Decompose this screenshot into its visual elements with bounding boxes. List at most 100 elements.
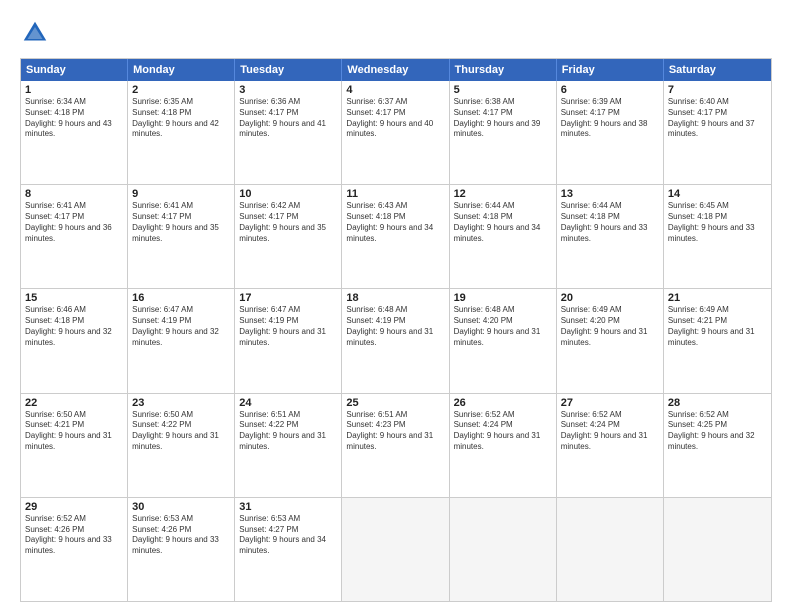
sunset-label: Sunset: 4:17 PM bbox=[25, 212, 84, 221]
calendar-cell: 12 Sunrise: 6:44 AM Sunset: 4:18 PM Dayl… bbox=[450, 185, 557, 288]
calendar-cell: 17 Sunrise: 6:47 AM Sunset: 4:19 PM Dayl… bbox=[235, 289, 342, 392]
sunset-label: Sunset: 4:21 PM bbox=[668, 316, 727, 325]
calendar-cell: 19 Sunrise: 6:48 AM Sunset: 4:20 PM Dayl… bbox=[450, 289, 557, 392]
sunset-label: Sunset: 4:18 PM bbox=[346, 212, 405, 221]
cell-info: Sunrise: 6:52 AM Sunset: 4:24 PM Dayligh… bbox=[561, 410, 659, 453]
day-number: 7 bbox=[668, 84, 767, 96]
cell-info: Sunrise: 6:46 AM Sunset: 4:18 PM Dayligh… bbox=[25, 305, 123, 348]
day-number: 23 bbox=[132, 397, 230, 409]
daylight-label: Daylight: 9 hours and 31 minutes. bbox=[346, 431, 433, 451]
daylight-label: Daylight: 9 hours and 31 minutes. bbox=[561, 431, 648, 451]
header-day-friday: Friday bbox=[557, 59, 664, 81]
calendar-cell: 27 Sunrise: 6:52 AM Sunset: 4:24 PM Dayl… bbox=[557, 394, 664, 497]
calendar-cell: 4 Sunrise: 6:37 AM Sunset: 4:17 PM Dayli… bbox=[342, 81, 449, 184]
cell-info: Sunrise: 6:41 AM Sunset: 4:17 PM Dayligh… bbox=[132, 201, 230, 244]
daylight-label: Daylight: 9 hours and 31 minutes. bbox=[239, 431, 326, 451]
day-number: 4 bbox=[346, 84, 444, 96]
cell-info: Sunrise: 6:49 AM Sunset: 4:20 PM Dayligh… bbox=[561, 305, 659, 348]
daylight-label: Daylight: 9 hours and 31 minutes. bbox=[239, 327, 326, 347]
sunrise-label: Sunrise: 6:34 AM bbox=[25, 97, 86, 106]
day-number: 29 bbox=[25, 501, 123, 513]
day-number: 30 bbox=[132, 501, 230, 513]
sunrise-label: Sunrise: 6:53 AM bbox=[239, 514, 300, 523]
sunset-label: Sunset: 4:18 PM bbox=[668, 212, 727, 221]
sunrise-label: Sunrise: 6:46 AM bbox=[25, 305, 86, 314]
sunrise-label: Sunrise: 6:47 AM bbox=[239, 305, 300, 314]
cell-info: Sunrise: 6:39 AM Sunset: 4:17 PM Dayligh… bbox=[561, 97, 659, 140]
daylight-label: Daylight: 9 hours and 33 minutes. bbox=[25, 535, 112, 555]
daylight-label: Daylight: 9 hours and 32 minutes. bbox=[132, 327, 219, 347]
sunrise-label: Sunrise: 6:51 AM bbox=[346, 410, 407, 419]
sunrise-label: Sunrise: 6:36 AM bbox=[239, 97, 300, 106]
day-number: 11 bbox=[346, 188, 444, 200]
calendar-cell: 30 Sunrise: 6:53 AM Sunset: 4:26 PM Dayl… bbox=[128, 498, 235, 601]
sunrise-label: Sunrise: 6:53 AM bbox=[132, 514, 193, 523]
sunrise-label: Sunrise: 6:40 AM bbox=[668, 97, 729, 106]
calendar-cell: 29 Sunrise: 6:52 AM Sunset: 4:26 PM Dayl… bbox=[21, 498, 128, 601]
daylight-label: Daylight: 9 hours and 32 minutes. bbox=[25, 327, 112, 347]
calendar-cell: 6 Sunrise: 6:39 AM Sunset: 4:17 PM Dayli… bbox=[557, 81, 664, 184]
calendar-cell: 26 Sunrise: 6:52 AM Sunset: 4:24 PM Dayl… bbox=[450, 394, 557, 497]
daylight-label: Daylight: 9 hours and 31 minutes. bbox=[132, 431, 219, 451]
calendar-cell: 31 Sunrise: 6:53 AM Sunset: 4:27 PM Dayl… bbox=[235, 498, 342, 601]
daylight-label: Daylight: 9 hours and 42 minutes. bbox=[132, 119, 219, 139]
sunset-label: Sunset: 4:18 PM bbox=[25, 316, 84, 325]
sunrise-label: Sunrise: 6:49 AM bbox=[668, 305, 729, 314]
daylight-label: Daylight: 9 hours and 31 minutes. bbox=[454, 431, 541, 451]
calendar-cell: 7 Sunrise: 6:40 AM Sunset: 4:17 PM Dayli… bbox=[664, 81, 771, 184]
daylight-label: Daylight: 9 hours and 31 minutes. bbox=[346, 327, 433, 347]
sunset-label: Sunset: 4:18 PM bbox=[561, 212, 620, 221]
cell-info: Sunrise: 6:47 AM Sunset: 4:19 PM Dayligh… bbox=[132, 305, 230, 348]
day-number: 12 bbox=[454, 188, 552, 200]
calendar-row-1: 8 Sunrise: 6:41 AM Sunset: 4:17 PM Dayli… bbox=[21, 184, 771, 288]
header-day-sunday: Sunday bbox=[21, 59, 128, 81]
daylight-label: Daylight: 9 hours and 31 minutes. bbox=[25, 431, 112, 451]
daylight-label: Daylight: 9 hours and 43 minutes. bbox=[25, 119, 112, 139]
daylight-label: Daylight: 9 hours and 33 minutes. bbox=[132, 535, 219, 555]
sunset-label: Sunset: 4:26 PM bbox=[25, 525, 84, 534]
sunset-label: Sunset: 4:19 PM bbox=[239, 316, 298, 325]
calendar-cell: 8 Sunrise: 6:41 AM Sunset: 4:17 PM Dayli… bbox=[21, 185, 128, 288]
daylight-label: Daylight: 9 hours and 31 minutes. bbox=[561, 327, 648, 347]
day-number: 2 bbox=[132, 84, 230, 96]
cell-info: Sunrise: 6:47 AM Sunset: 4:19 PM Dayligh… bbox=[239, 305, 337, 348]
cell-info: Sunrise: 6:38 AM Sunset: 4:17 PM Dayligh… bbox=[454, 97, 552, 140]
sunrise-label: Sunrise: 6:48 AM bbox=[454, 305, 515, 314]
day-number: 5 bbox=[454, 84, 552, 96]
cell-info: Sunrise: 6:48 AM Sunset: 4:19 PM Dayligh… bbox=[346, 305, 444, 348]
sunrise-label: Sunrise: 6:52 AM bbox=[668, 410, 729, 419]
cell-info: Sunrise: 6:42 AM Sunset: 4:17 PM Dayligh… bbox=[239, 201, 337, 244]
day-number: 16 bbox=[132, 292, 230, 304]
calendar-row-2: 15 Sunrise: 6:46 AM Sunset: 4:18 PM Dayl… bbox=[21, 288, 771, 392]
daylight-label: Daylight: 9 hours and 35 minutes. bbox=[239, 223, 326, 243]
sunrise-label: Sunrise: 6:43 AM bbox=[346, 201, 407, 210]
day-number: 26 bbox=[454, 397, 552, 409]
day-number: 31 bbox=[239, 501, 337, 513]
calendar-cell: 1 Sunrise: 6:34 AM Sunset: 4:18 PM Dayli… bbox=[21, 81, 128, 184]
sunset-label: Sunset: 4:17 PM bbox=[668, 108, 727, 117]
cell-info: Sunrise: 6:36 AM Sunset: 4:17 PM Dayligh… bbox=[239, 97, 337, 140]
sunrise-label: Sunrise: 6:41 AM bbox=[25, 201, 86, 210]
day-number: 6 bbox=[561, 84, 659, 96]
sunrise-label: Sunrise: 6:48 AM bbox=[346, 305, 407, 314]
calendar-cell bbox=[342, 498, 449, 601]
day-number: 3 bbox=[239, 84, 337, 96]
day-number: 9 bbox=[132, 188, 230, 200]
sunset-label: Sunset: 4:17 PM bbox=[346, 108, 405, 117]
sunrise-label: Sunrise: 6:37 AM bbox=[346, 97, 407, 106]
cell-info: Sunrise: 6:51 AM Sunset: 4:23 PM Dayligh… bbox=[346, 410, 444, 453]
calendar-cell: 2 Sunrise: 6:35 AM Sunset: 4:18 PM Dayli… bbox=[128, 81, 235, 184]
calendar-body: 1 Sunrise: 6:34 AM Sunset: 4:18 PM Dayli… bbox=[21, 81, 771, 601]
cell-info: Sunrise: 6:50 AM Sunset: 4:22 PM Dayligh… bbox=[132, 410, 230, 453]
day-number: 10 bbox=[239, 188, 337, 200]
calendar: SundayMondayTuesdayWednesdayThursdayFrid… bbox=[20, 58, 772, 602]
calendar-cell bbox=[450, 498, 557, 601]
cell-info: Sunrise: 6:41 AM Sunset: 4:17 PM Dayligh… bbox=[25, 201, 123, 244]
header-day-tuesday: Tuesday bbox=[235, 59, 342, 81]
day-number: 1 bbox=[25, 84, 123, 96]
calendar-cell: 14 Sunrise: 6:45 AM Sunset: 4:18 PM Dayl… bbox=[664, 185, 771, 288]
daylight-label: Daylight: 9 hours and 33 minutes. bbox=[561, 223, 648, 243]
header bbox=[20, 18, 772, 48]
daylight-label: Daylight: 9 hours and 38 minutes. bbox=[561, 119, 648, 139]
cell-info: Sunrise: 6:45 AM Sunset: 4:18 PM Dayligh… bbox=[668, 201, 767, 244]
